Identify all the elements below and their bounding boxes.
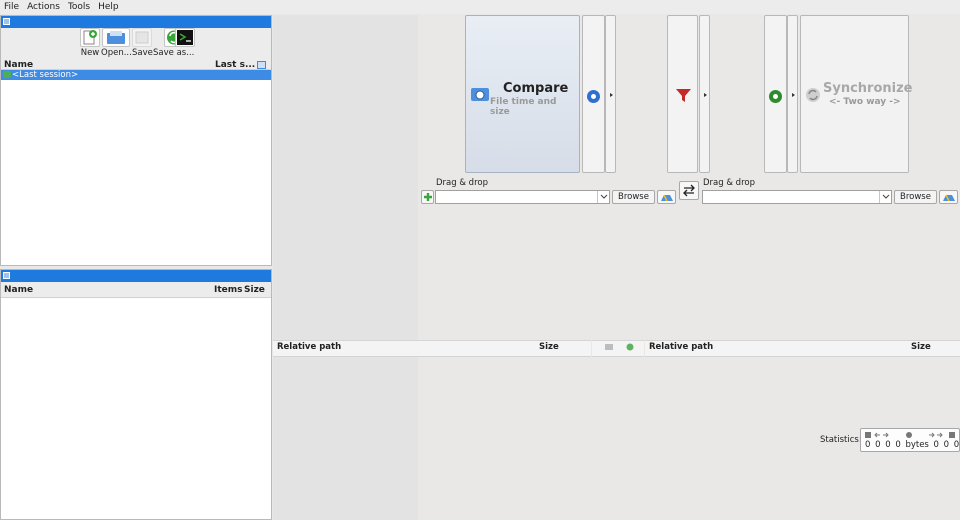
right-cloud-button[interactable]: [939, 190, 958, 204]
left-browse-button[interactable]: Browse: [612, 190, 655, 204]
swap-sides-button[interactable]: [679, 181, 699, 200]
dropdown-arrow-icon: [792, 93, 795, 97]
left-cloud-button[interactable]: [657, 190, 676, 204]
new-config-button[interactable]: New: [80, 28, 100, 58]
sync-action-column-icon[interactable]: [625, 343, 635, 351]
save-config-button[interactable]: Save: [132, 28, 153, 58]
statistics-label: Statistics:: [820, 435, 862, 445]
chevron-down-icon[interactable]: [597, 191, 609, 203]
last-session-row[interactable]: <Last session>: [1, 70, 271, 80]
compare-button[interactable]: Compare File time and size: [465, 15, 580, 173]
compare-settings-button[interactable]: [582, 15, 605, 173]
swap-icon: [683, 184, 695, 197]
save-config-label: Save: [132, 48, 153, 58]
save-as-batch-button[interactable]: [175, 28, 195, 47]
new-config-icon: [80, 28, 100, 47]
middle-grid-header: [592, 340, 644, 357]
filter-button[interactable]: [667, 15, 698, 173]
checkbox-column-icon[interactable]: [604, 343, 614, 351]
menu-help[interactable]: Help: [98, 2, 119, 12]
open-config-button[interactable]: Open...: [101, 28, 132, 58]
right-folder-input[interactable]: [702, 190, 892, 204]
add-folder-pair-button[interactable]: [421, 190, 434, 204]
overview-col-items[interactable]: Items: [214, 285, 243, 295]
sync-settings-button[interactable]: [764, 15, 787, 173]
sync-icon: [806, 88, 820, 102]
save-as-config-label: Save as...: [153, 48, 195, 58]
panel-titlebar[interactable]: [1, 16, 271, 28]
synchronize-title: Synchronize: [823, 81, 913, 96]
filter-icon: [676, 89, 691, 102]
right-col-size[interactable]: Size: [911, 342, 931, 352]
right-grid-header: Relative path Size: [645, 340, 960, 357]
left-col-size[interactable]: Size: [539, 342, 559, 352]
overview-col-name[interactable]: Name: [4, 285, 33, 295]
middle-grid-area: [273, 15, 418, 520]
cloud-drive-icon: [661, 194, 673, 202]
configuration-panel: New Open... Save Save as... Name Last s.…: [0, 15, 272, 266]
save-icon: [132, 28, 153, 47]
panel-titlebar[interactable]: [1, 270, 271, 282]
chevron-down-icon[interactable]: [879, 191, 891, 203]
synchronize-subtitle: <- Two way ->: [829, 97, 901, 107]
left-folder-input[interactable]: [435, 190, 610, 204]
cloud-drive-icon: [943, 194, 955, 202]
dropdown-arrow-icon: [610, 93, 613, 97]
statistics-box: 0 0 0 0 bytes 0 0 0: [860, 428, 960, 452]
open-config-label: Open...: [101, 48, 132, 58]
col-name-header[interactable]: Name: [4, 60, 33, 70]
last-session-label: <Last session>: [12, 70, 79, 80]
overview-header: Name Items Size: [1, 282, 271, 298]
config-toolbar: New Open... Save Save as...: [1, 28, 271, 60]
dropdown-arrow-icon: [704, 93, 707, 97]
overview-panel: Name Items Size: [0, 269, 272, 520]
menu-tools[interactable]: Tools: [68, 2, 90, 12]
compare-subtitle: File time and size: [490, 97, 557, 117]
column-options-icon[interactable]: [257, 61, 266, 69]
menu-actions[interactable]: Actions: [27, 2, 60, 12]
compare-title: Compare: [503, 81, 569, 96]
open-config-icon: [102, 28, 131, 47]
overview-col-size[interactable]: Size: [244, 285, 265, 295]
left-drag-drop-label: Drag & drop: [436, 178, 488, 188]
right-drag-drop-label: Drag & drop: [703, 178, 755, 188]
right-col-relative-path[interactable]: Relative path: [649, 342, 713, 352]
synchronize-button[interactable]: Synchronize <- Two way ->: [800, 15, 913, 173]
filter-dropdown[interactable]: [699, 15, 710, 173]
statistics-values: 0 0 0 0 bytes 0 0 0: [865, 440, 960, 450]
compare-icon: [471, 88, 489, 101]
session-sync-icon: [3, 71, 11, 78]
menu-bar: File Actions Tools Help: [0, 0, 960, 14]
plus-icon: [424, 193, 432, 201]
new-config-label: New: [80, 48, 100, 58]
batch-job-icon: [175, 28, 195, 47]
menu-file[interactable]: File: [4, 2, 19, 12]
compare-settings-dropdown[interactable]: [605, 15, 616, 173]
sync-settings-dropdown[interactable]: [787, 15, 798, 173]
gear-icon: [587, 90, 600, 103]
left-grid-header: Relative path Size: [273, 340, 591, 357]
gear-icon: [769, 90, 782, 103]
right-browse-button[interactable]: Browse: [894, 190, 937, 204]
config-list-header: Name Last s...: [1, 60, 271, 70]
panel-pin-icon[interactable]: [3, 18, 10, 25]
panel-pin-icon[interactable]: [3, 272, 10, 279]
col-last-sync-header[interactable]: Last s...: [215, 60, 255, 70]
left-col-relative-path[interactable]: Relative path: [277, 342, 341, 352]
